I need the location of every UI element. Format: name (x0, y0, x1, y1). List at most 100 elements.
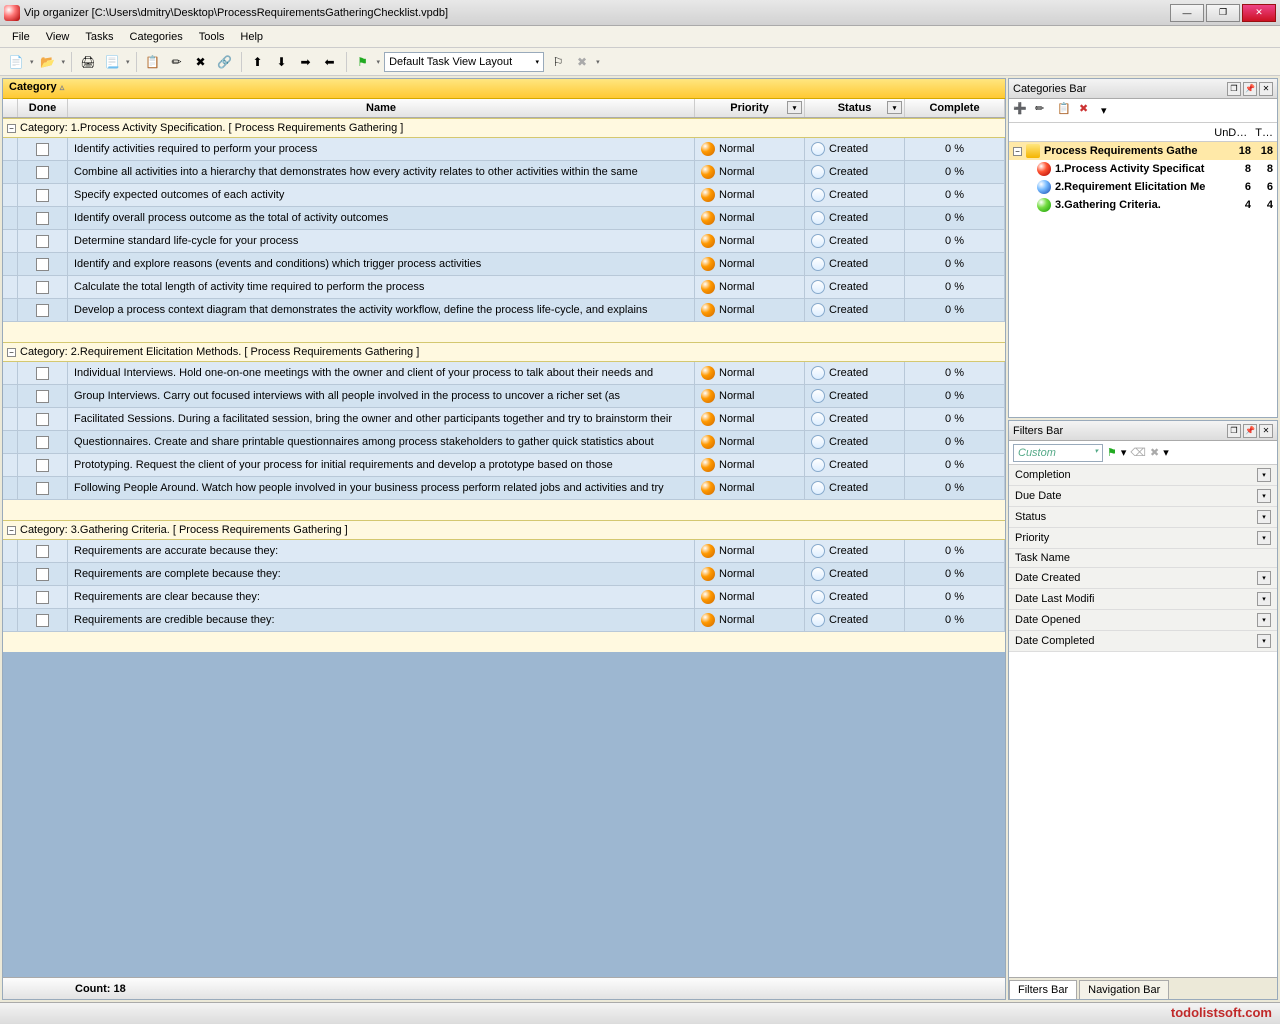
task-row[interactable]: Calculate the total length of activity t… (3, 276, 1005, 299)
move-up-icon[interactable]: ⬆ (248, 52, 268, 72)
tree-root[interactable]: − Process Requirements Gathe 18 18 (1009, 142, 1277, 160)
menu-tasks[interactable]: Tasks (79, 29, 119, 45)
edit-task-icon[interactable]: ✏ (167, 52, 187, 72)
done-checkbox[interactable] (36, 258, 49, 271)
collapse-icon[interactable]: − (1013, 147, 1022, 156)
done-cell[interactable] (18, 184, 68, 206)
priority-filter-icon[interactable]: ▾ (787, 101, 802, 114)
done-cell[interactable] (18, 477, 68, 499)
save-layout-icon[interactable]: ⚐ (548, 52, 568, 72)
category-header[interactable]: −Category: 2.Requirement Elicitation Met… (3, 342, 1005, 362)
task-row[interactable]: Questionnaires. Create and share printab… (3, 431, 1005, 454)
col-name[interactable]: Name (68, 99, 695, 117)
filter-dropdown-icon[interactable]: ▾ (1257, 634, 1271, 648)
task-row[interactable]: Identify activities required to perform … (3, 138, 1005, 161)
done-cell[interactable] (18, 138, 68, 160)
print-icon[interactable]: 🖨 (78, 52, 98, 72)
delete-task-icon[interactable]: ✖ (191, 52, 211, 72)
grid-body[interactable]: −Category: 1.Process Activity Specificat… (3, 118, 1005, 977)
done-checkbox[interactable] (36, 281, 49, 294)
panel-close-icon[interactable]: ✕ (1259, 82, 1273, 96)
task-row[interactable]: Following People Around. Watch how peopl… (3, 477, 1005, 500)
menu-categories[interactable]: Categories (124, 29, 189, 45)
task-row[interactable]: Combine all activities into a hierarchy … (3, 161, 1005, 184)
done-cell[interactable] (18, 230, 68, 252)
category-header[interactable]: −Category: 1.Process Activity Specificat… (3, 118, 1005, 138)
status-filter-icon[interactable]: ▾ (887, 101, 902, 114)
task-row[interactable]: Determine standard life-cycle for your p… (3, 230, 1005, 253)
filter-row[interactable]: Status▾ (1009, 507, 1277, 528)
panel-pin-icon[interactable]: 📌 (1243, 82, 1257, 96)
filter-row[interactable]: Date Last Modifi▾ (1009, 589, 1277, 610)
task-row[interactable]: Develop a process context diagram that d… (3, 299, 1005, 322)
link-icon[interactable]: 🔗 (215, 52, 235, 72)
done-cell[interactable] (18, 207, 68, 229)
cat-link-icon[interactable]: 📋 (1057, 102, 1075, 120)
col-priority[interactable]: Priority▾ (695, 99, 805, 117)
done-cell[interactable] (18, 431, 68, 453)
category-header[interactable]: −Category: 3.Gathering Criteria. [ Proce… (3, 520, 1005, 540)
filter-row[interactable]: Task Name (1009, 549, 1277, 568)
done-checkbox[interactable] (36, 459, 49, 472)
panel-restore-icon[interactable]: ❐ (1227, 424, 1241, 438)
grouping-bar[interactable]: Category ▵ (3, 79, 1005, 99)
outdent-icon[interactable]: ⬅ (320, 52, 340, 72)
new-file-icon[interactable]: 📄 (6, 52, 26, 72)
filter-row[interactable]: Date Opened▾ (1009, 610, 1277, 631)
indent-icon[interactable]: ➡ (296, 52, 316, 72)
done-checkbox[interactable] (36, 390, 49, 403)
task-row[interactable]: Requirements are clear because they:Norm… (3, 586, 1005, 609)
move-down-icon[interactable]: ⬇ (272, 52, 292, 72)
panel-close-icon[interactable]: ✕ (1259, 424, 1273, 438)
collapse-icon[interactable]: − (7, 124, 16, 133)
collapse-icon[interactable]: − (7, 348, 16, 357)
add-category-icon[interactable]: ➕ (1013, 102, 1031, 120)
tab-navigation[interactable]: Navigation Bar (1079, 980, 1169, 999)
col-status[interactable]: Status▾ (805, 99, 905, 117)
filter-flag-icon[interactable]: ⚑ (353, 52, 373, 72)
done-checkbox[interactable] (36, 482, 49, 495)
done-checkbox[interactable] (36, 436, 49, 449)
tab-filters[interactable]: Filters Bar (1009, 980, 1077, 999)
done-cell[interactable] (18, 540, 68, 562)
task-row[interactable]: Requirements are accurate because they:N… (3, 540, 1005, 563)
done-cell[interactable] (18, 563, 68, 585)
minimize-button[interactable]: — (1170, 4, 1204, 22)
task-row[interactable]: Group Interviews. Carry out focused inte… (3, 385, 1005, 408)
done-checkbox[interactable] (36, 143, 49, 156)
done-checkbox[interactable] (36, 367, 49, 380)
done-checkbox[interactable] (36, 304, 49, 317)
task-row[interactable]: Specify expected outcomes of each activi… (3, 184, 1005, 207)
col-done[interactable]: Done (18, 99, 68, 117)
panel-restore-icon[interactable]: ❐ (1227, 82, 1241, 96)
collapse-icon[interactable]: − (7, 526, 16, 535)
done-cell[interactable] (18, 253, 68, 275)
filter-row[interactable]: Due Date▾ (1009, 486, 1277, 507)
tree-node[interactable]: 3.Gathering Criteria.44 (1009, 196, 1277, 214)
done-cell[interactable] (18, 408, 68, 430)
edit-category-icon[interactable]: ✏ (1035, 102, 1053, 120)
apply-filter-icon[interactable]: ⚑ (1107, 446, 1117, 459)
done-checkbox[interactable] (36, 568, 49, 581)
done-cell[interactable] (18, 609, 68, 631)
done-checkbox[interactable] (36, 591, 49, 604)
filter-dropdown-icon[interactable]: ▾ (1257, 489, 1271, 503)
task-row[interactable]: Identify and explore reasons (events and… (3, 253, 1005, 276)
filter-dropdown-icon[interactable]: ▾ (1257, 510, 1271, 524)
delete-layout-icon[interactable]: ✖ (572, 52, 592, 72)
task-row[interactable]: Identify overall process outcome as the … (3, 207, 1005, 230)
layout-select[interactable]: Default Task View Layout▾ (384, 52, 544, 72)
close-button[interactable]: ✕ (1242, 4, 1276, 22)
done-cell[interactable] (18, 362, 68, 384)
category-tree[interactable]: UnD…T… − Process Requirements Gathe 18 1… (1009, 123, 1277, 417)
menu-file[interactable]: File (6, 29, 36, 45)
filter-dropdown-icon[interactable]: ▾ (1257, 531, 1271, 545)
done-checkbox[interactable] (36, 235, 49, 248)
done-checkbox[interactable] (36, 413, 49, 426)
delete-category-icon[interactable]: ✖ (1079, 102, 1097, 120)
filter-preset-select[interactable]: Custom▾ (1013, 444, 1103, 462)
done-checkbox[interactable] (36, 545, 49, 558)
task-row[interactable]: Facilitated Sessions. During a facilitat… (3, 408, 1005, 431)
done-cell[interactable] (18, 385, 68, 407)
filter-row[interactable]: Priority▾ (1009, 528, 1277, 549)
